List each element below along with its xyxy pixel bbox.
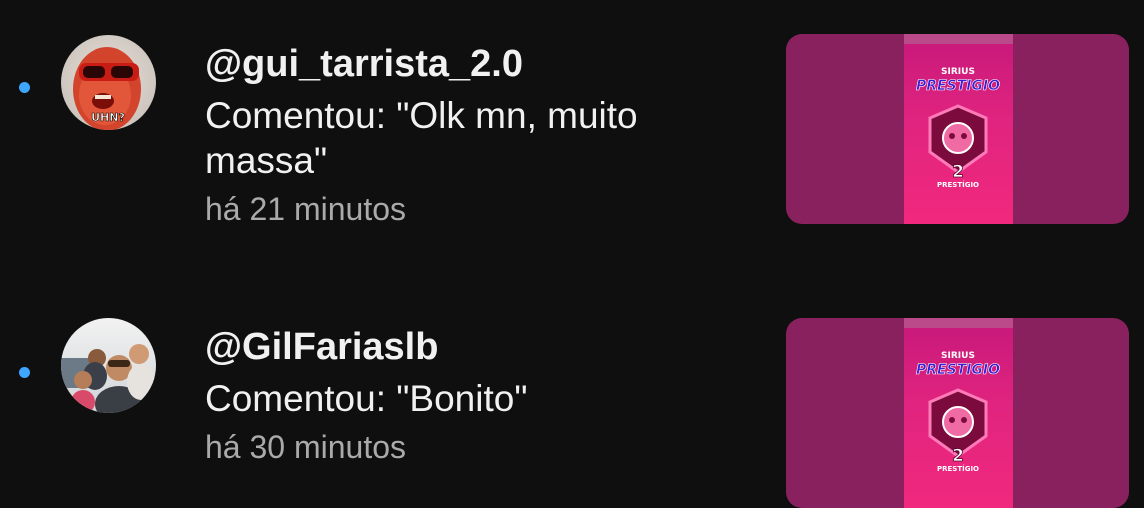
svg-text:UHN?: UHN? <box>91 111 125 124</box>
thumb-sub-text: PRESTÍGIO <box>937 464 979 473</box>
unread-dot <box>19 82 30 93</box>
video-thumbnail[interactable]: SIRIUS PRESTIGIO 2 PRESTÍGIO <box>786 34 1129 224</box>
thumb-title: PRESTIGIO <box>916 362 1000 378</box>
timestamp: há 21 minutos <box>205 191 407 227</box>
timestamp: há 30 minutos <box>205 429 407 465</box>
thumb-number: 2 <box>952 446 964 466</box>
notification-item[interactable]: UHN? @gui_tarrista_2.0 Comentou: "Olk mn… <box>0 0 1144 260</box>
username[interactable]: @GilFariaslb <box>205 324 745 370</box>
comment-text: Comentou: "Bonito" <box>205 378 528 419</box>
avatar[interactable]: UHN? <box>61 35 156 130</box>
thumb-top-text: SIRIUS <box>941 351 975 361</box>
unread-dot <box>19 367 30 378</box>
family-photo-avatar-icon <box>61 318 156 413</box>
username[interactable]: @gui_tarrista_2.0 <box>205 41 745 87</box>
thumb-title: PRESTIGIO <box>916 78 1000 94</box>
prestige-thumbnail-image: SIRIUS PRESTIGIO 2 PRESTÍGIO <box>786 318 1129 508</box>
avatar[interactable] <box>61 318 156 413</box>
notification-content: @GilFariaslb Comentou: "Bonito" há 30 mi… <box>205 324 745 467</box>
sunglasses-man-avatar-icon: UHN? <box>61 35 156 130</box>
thumb-top-text: SIRIUS <box>941 67 975 77</box>
prestige-thumbnail-image: SIRIUS PRESTIGIO 2 PRESTÍGIO <box>786 34 1129 224</box>
thumb-number: 2 <box>952 162 964 182</box>
video-thumbnail[interactable]: SIRIUS PRESTIGIO 2 PRESTÍGIO <box>786 318 1129 508</box>
comment-text: Comentou: "Olk mn, muito massa" <box>205 95 638 181</box>
notification-item[interactable]: @GilFariaslb Comentou: "Bonito" há 30 mi… <box>0 260 1144 508</box>
notification-content: @gui_tarrista_2.0 Comentou: "Olk mn, mui… <box>205 41 745 229</box>
thumb-sub-text: PRESTÍGIO <box>937 180 979 189</box>
